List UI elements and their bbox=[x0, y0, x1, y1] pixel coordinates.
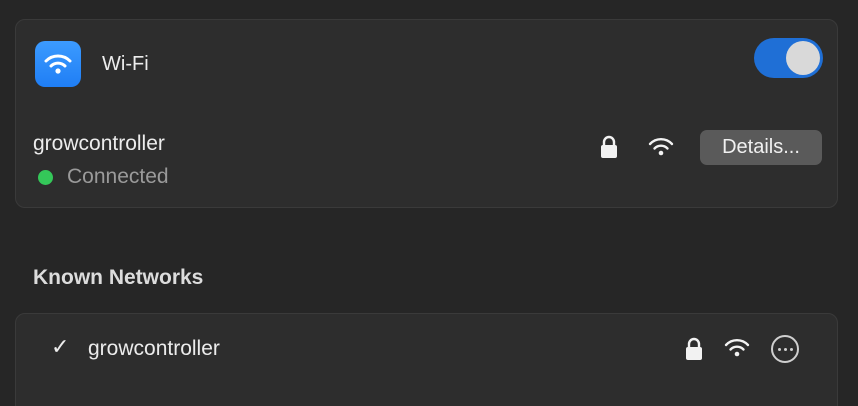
wifi-title: Wi-Fi bbox=[102, 53, 149, 75]
toggle-knob bbox=[786, 41, 820, 75]
lock-icon bbox=[685, 337, 703, 366]
wifi-card: Wi-Fi growcontroller Connected Details..… bbox=[15, 19, 838, 208]
wifi-toggle[interactable] bbox=[754, 38, 823, 78]
wifi-signal-icon bbox=[648, 137, 674, 162]
details-button[interactable]: Details... bbox=[700, 130, 822, 165]
known-networks-list: ✓ growcontroller bbox=[15, 313, 838, 406]
known-network-row[interactable]: ✓ growcontroller bbox=[16, 314, 837, 386]
known-networks-heading: Known Networks bbox=[33, 266, 204, 289]
connected-status-dot bbox=[38, 170, 53, 185]
more-options-icon[interactable] bbox=[771, 335, 799, 363]
checkmark-icon: ✓ bbox=[51, 334, 70, 359]
wifi-settings-pane: Wi-Fi growcontroller Connected Details..… bbox=[0, 0, 858, 406]
connection-status: Connected bbox=[67, 165, 169, 188]
current-network-name: growcontroller bbox=[33, 132, 165, 155]
lock-icon bbox=[600, 135, 618, 164]
known-network-name: growcontroller bbox=[88, 337, 220, 360]
wifi-signal-icon bbox=[724, 338, 750, 363]
wifi-icon bbox=[35, 41, 81, 87]
